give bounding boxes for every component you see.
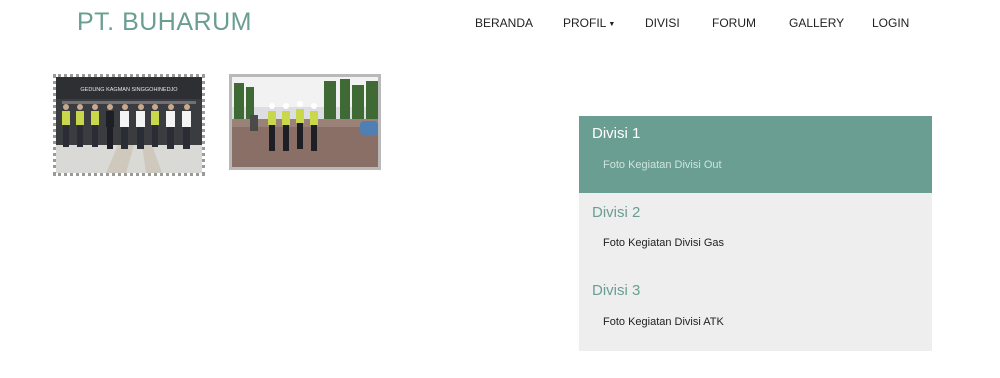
nav-login[interactable]: LOGIN	[872, 16, 909, 30]
division-2-link[interactable]: Foto Kegiatan Divisi Gas	[603, 237, 724, 249]
division-1-title: Divisi 1	[592, 125, 641, 142]
nav-gallery[interactable]: GALLERY	[789, 16, 844, 30]
division-3-link[interactable]: Foto Kegiatan Divisi ATK	[603, 316, 724, 328]
division-2-title: Divisi 2	[592, 204, 641, 221]
photo-2-image	[232, 77, 378, 167]
brand-title[interactable]: PT. BUHARUM	[77, 8, 252, 37]
caret-down-icon: ▼	[608, 21, 616, 28]
nav-forum[interactable]: FORUM	[712, 16, 756, 30]
nav-divisi[interactable]: DIVISI	[645, 16, 680, 30]
division-1-link[interactable]: Foto Kegiatan Divisi Out	[603, 159, 722, 171]
division-panel: Divisi 1 Foto Kegiatan Divisi Out Divisi…	[579, 116, 932, 351]
photo-1-sign: GEDUNG KAGMAN SINGGOHINEDJO	[80, 87, 178, 93]
gallery-photo-1[interactable]: GEDUNG KAGMAN SINGGOHINEDJO	[53, 74, 205, 176]
photo-1-image: GEDUNG KAGMAN SINGGOHINEDJO	[56, 77, 202, 173]
division-3-title: Divisi 3	[592, 282, 641, 299]
nav-profil[interactable]: PROFIL ▼	[563, 16, 615, 30]
nav-profil-label: PROFIL	[563, 16, 607, 30]
gallery-photo-2[interactable]	[229, 74, 381, 170]
nav-beranda[interactable]: BERANDA	[475, 16, 533, 30]
